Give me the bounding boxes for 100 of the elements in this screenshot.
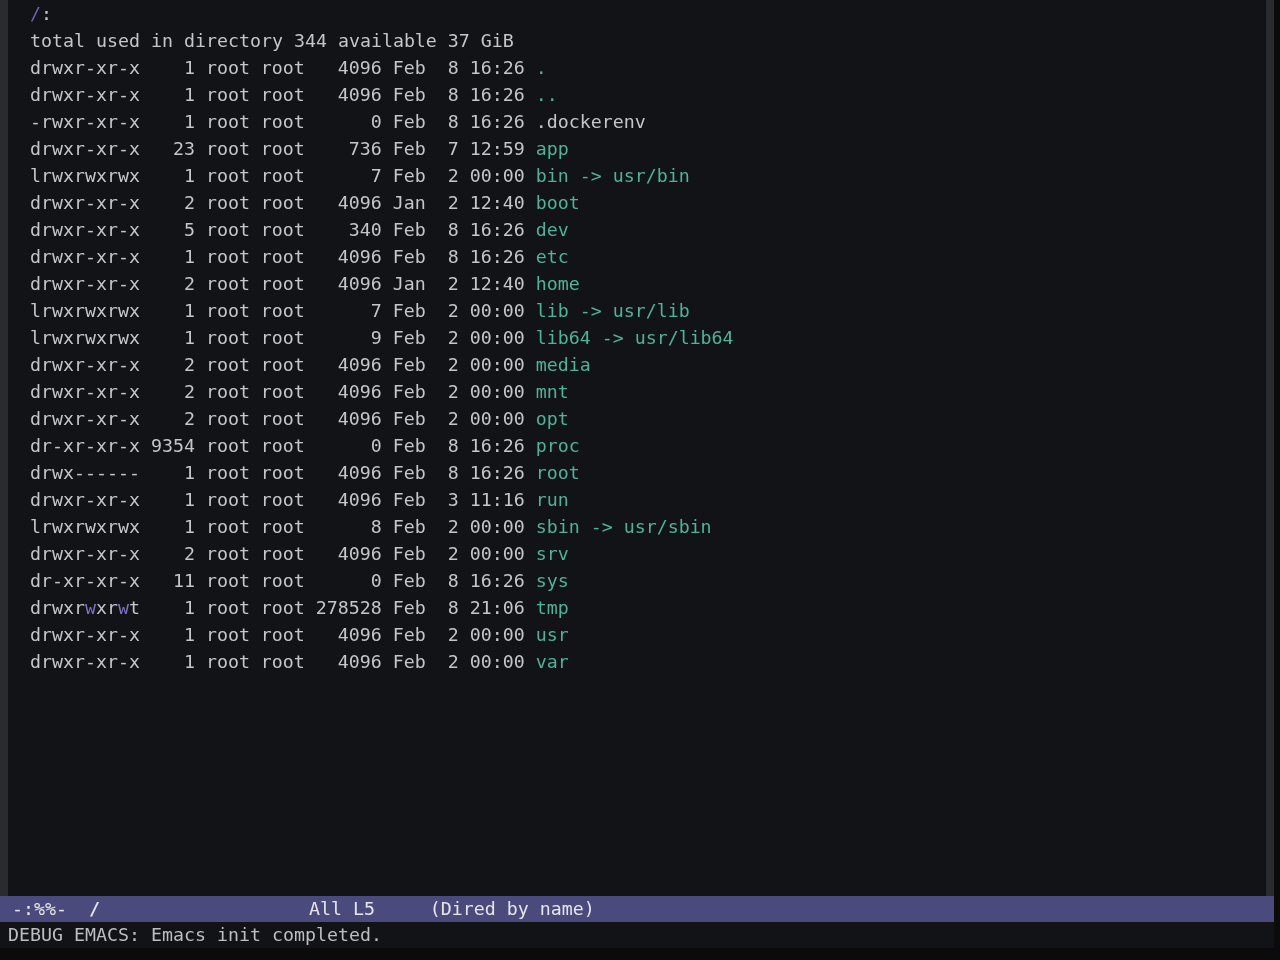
permissions-text: -rwxr-xr-x [30, 110, 140, 134]
file-name[interactable]: lib64 -> usr/lib64 [535, 324, 734, 351]
file-size: 0 [370, 110, 382, 134]
file-name[interactable]: usr [535, 621, 569, 648]
month-text: Feb [392, 380, 426, 404]
month-text: Feb [392, 56, 426, 80]
link-count: 1 [183, 110, 195, 134]
month-text: Feb [392, 164, 426, 188]
group-text: root [260, 164, 305, 188]
permissions-text: dr-xr-xr-x [30, 569, 140, 593]
group-text: root [260, 407, 305, 431]
group-text: root [260, 569, 305, 593]
file-name[interactable]: app [535, 135, 569, 162]
group-text: root [260, 191, 305, 215]
file-name[interactable]: bin -> usr/bin [535, 162, 690, 189]
file-size: 4096 [337, 83, 382, 107]
file-size: 4096 [337, 407, 382, 431]
day-text: 7 [447, 137, 459, 161]
file-name[interactable]: var [535, 648, 569, 675]
owner-text: root [205, 164, 250, 188]
owner-text: root [205, 191, 250, 215]
month-text: Feb [392, 407, 426, 431]
file-name[interactable]: tmp [535, 594, 569, 621]
file-name[interactable]: . [535, 54, 547, 81]
file-name[interactable]: lib -> usr/lib [535, 297, 690, 324]
permissions-text: lrwxrwxrwx [30, 299, 140, 323]
file-name[interactable]: proc [535, 432, 580, 459]
permissions-text: drwxr-xr-x [30, 83, 140, 107]
link-count: 5 [183, 218, 195, 242]
file-name[interactable]: root [535, 459, 580, 486]
file-name[interactable]: sys [535, 567, 569, 594]
month-text: Feb [392, 218, 426, 242]
file-size: 4096 [337, 56, 382, 80]
file-name[interactable]: mnt [535, 378, 569, 405]
file-name[interactable]: .dockerenv [535, 108, 646, 135]
month-text: Jan [392, 191, 426, 215]
link-count: 2 [183, 407, 195, 431]
time-text: 12:59 [469, 137, 525, 161]
scroll-position: All [308, 897, 342, 921]
permissions-text: dr-xr-xr-x [30, 434, 140, 458]
day-text: 8 [447, 83, 459, 107]
file-name[interactable]: etc [535, 243, 569, 270]
link-count: 1 [183, 596, 195, 620]
file-size: 4096 [337, 353, 382, 377]
day-text: 2 [447, 623, 459, 647]
day-text: 2 [447, 191, 459, 215]
file-name[interactable]: home [535, 270, 580, 297]
month-text: Feb [392, 596, 426, 620]
owner-text: root [205, 461, 250, 485]
file-name[interactable]: opt [535, 405, 569, 432]
time-text: 16:26 [469, 569, 525, 593]
time-text: 21:06 [469, 596, 525, 620]
day-text: 2 [447, 650, 459, 674]
file-name[interactable]: boot [535, 189, 580, 216]
file-size: 4096 [337, 245, 382, 269]
file-name[interactable]: .. [535, 81, 558, 108]
link-count: 2 [183, 353, 195, 377]
permissions-text: drwxr-xr-x [30, 218, 140, 242]
file-name[interactable]: srv [535, 540, 569, 567]
time-text: 00:00 [469, 299, 525, 323]
link-count: 1 [183, 164, 195, 188]
time-text: 12:40 [469, 191, 525, 215]
permissions-text: drwxrwxrwt [30, 596, 140, 620]
owner-text: root [205, 596, 250, 620]
time-text: 00:00 [469, 542, 525, 566]
major-mode: (Dired by name) [429, 897, 595, 921]
permissions-text: drwxr-xr-x [30, 56, 140, 80]
file-size: 0 [370, 569, 382, 593]
time-text: 16:26 [469, 218, 525, 242]
time-text: 16:26 [469, 56, 525, 80]
day-text: 2 [447, 353, 459, 377]
link-count: 9354 [150, 434, 195, 458]
link-count: 2 [183, 380, 195, 404]
owner-text: root [205, 569, 250, 593]
time-text: 16:26 [469, 461, 525, 485]
file-size: 4096 [337, 272, 382, 296]
month-text: Feb [392, 623, 426, 647]
file-size: 736 [348, 137, 382, 161]
time-text: 00:00 [469, 353, 525, 377]
owner-text: root [205, 56, 250, 80]
buffer-name: / [88, 897, 100, 921]
link-count: 1 [183, 245, 195, 269]
link-count: 2 [183, 191, 195, 215]
file-name[interactable]: run [535, 486, 569, 513]
permissions-text: lrwxrwxrwx [30, 164, 140, 188]
day-text: 3 [447, 488, 459, 512]
file-name[interactable]: sbin -> usr/sbin [535, 513, 712, 540]
day-text: 8 [447, 596, 459, 620]
file-name[interactable]: dev [535, 216, 569, 243]
group-text: root [260, 380, 305, 404]
permissions-text: drwx------ [30, 461, 140, 485]
month-text: Feb [392, 299, 426, 323]
day-text: 8 [447, 56, 459, 80]
group-text: root [260, 623, 305, 647]
file-name[interactable]: media [535, 351, 591, 378]
owner-text: root [205, 515, 250, 539]
file-size: 4096 [337, 461, 382, 485]
file-size: 9 [370, 326, 382, 350]
link-count: 1 [183, 461, 195, 485]
owner-text: root [205, 245, 250, 269]
